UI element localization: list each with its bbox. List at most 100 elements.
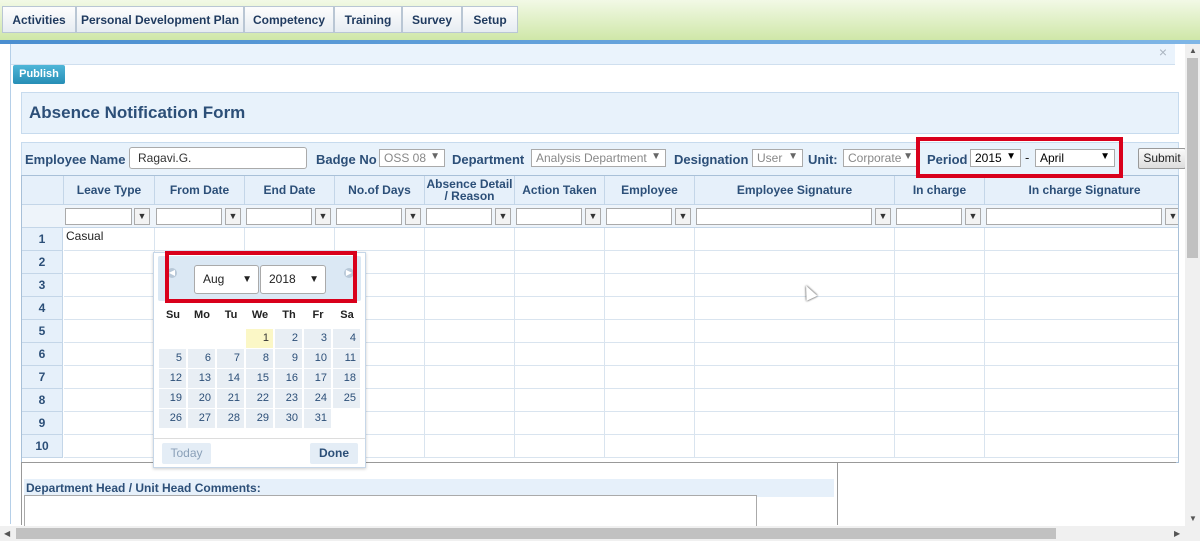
grid-cell[interactable] — [425, 343, 515, 366]
col-header-absence-detail[interactable]: Absence Detail / Reason — [425, 176, 515, 205]
filter-dropdown-icon[interactable]: ▼ — [495, 208, 511, 225]
grid-cell[interactable]: Casual — [64, 228, 155, 251]
horizontal-scroll-thumb[interactable] — [16, 528, 1056, 539]
grid-cell[interactable] — [695, 366, 895, 389]
calendar-day[interactable]: 27 — [188, 409, 215, 428]
grid-cell[interactable] — [64, 251, 155, 274]
calendar-day[interactable]: 30 — [275, 409, 302, 428]
grid-cell[interactable] — [605, 389, 695, 412]
grid-cell[interactable] — [64, 412, 155, 435]
filter-input[interactable] — [336, 208, 402, 225]
grid-cell[interactable] — [515, 251, 605, 274]
comments-textarea[interactable] — [24, 495, 757, 527]
col-header-end-date[interactable]: End Date — [245, 176, 335, 205]
grid-cell[interactable] — [64, 297, 155, 320]
grid-cell[interactable] — [605, 228, 695, 251]
grid-cell[interactable] — [985, 228, 1178, 251]
calendar-day[interactable]: 21 — [217, 389, 244, 408]
filter-dropdown-icon[interactable]: ▼ — [1165, 208, 1178, 225]
filter-input[interactable] — [606, 208, 672, 225]
grid-cell[interactable] — [605, 412, 695, 435]
calendar-day[interactable]: 17 — [304, 369, 331, 388]
grid-cell[interactable] — [425, 297, 515, 320]
grid-cell[interactable] — [605, 251, 695, 274]
col-header-action-taken[interactable]: Action Taken — [515, 176, 605, 205]
calendar-day[interactable]: 19 — [159, 389, 186, 408]
unit-select[interactable]: Corporate ▼ — [843, 149, 918, 167]
close-icon[interactable]: × — [1159, 44, 1167, 60]
department-select[interactable]: Analysis Department ▼ — [531, 149, 666, 167]
period-month-select[interactable]: April ▼ — [1035, 149, 1115, 167]
datepicker-year-select[interactable]: 2018 ▼ — [260, 265, 326, 294]
grid-cell[interactable] — [515, 412, 605, 435]
grid-cell[interactable] — [895, 274, 985, 297]
calendar-day[interactable]: 2 — [275, 329, 302, 348]
grid-cell[interactable] — [895, 389, 985, 412]
calendar-day[interactable]: 20 — [188, 389, 215, 408]
next-month-icon[interactable]: ▶ — [344, 268, 354, 278]
calendar-day[interactable]: 1 — [246, 329, 273, 348]
calendar-day[interactable]: 8 — [246, 349, 273, 368]
grid-cell[interactable] — [64, 320, 155, 343]
grid-cell[interactable] — [985, 412, 1178, 435]
prev-month-icon[interactable]: ◀ — [167, 268, 177, 278]
period-year-select[interactable]: 2015 ▼ — [970, 149, 1021, 167]
grid-cell[interactable] — [605, 274, 695, 297]
grid-cell[interactable] — [245, 228, 335, 251]
grid-cell[interactable] — [425, 412, 515, 435]
col-header-in-charge[interactable]: In charge — [895, 176, 985, 205]
scroll-up-icon[interactable]: ▲ — [1189, 46, 1197, 55]
calendar-day[interactable]: 31 — [304, 409, 331, 428]
filter-dropdown-icon[interactable]: ▼ — [134, 208, 150, 225]
grid-cell[interactable] — [895, 412, 985, 435]
grid-cell[interactable] — [515, 435, 605, 458]
employee-name-field[interactable]: Ragavi.G. — [129, 147, 307, 169]
filter-dropdown-icon[interactable]: ▼ — [965, 208, 981, 225]
nav-training[interactable]: Training — [334, 6, 402, 33]
grid-cell[interactable] — [695, 435, 895, 458]
calendar-day[interactable]: 4 — [333, 329, 360, 348]
datepicker-month-select[interactable]: Aug ▼ — [194, 265, 259, 294]
filter-dropdown-icon[interactable]: ▼ — [315, 208, 331, 225]
grid-cell[interactable] — [605, 435, 695, 458]
grid-cell[interactable] — [695, 228, 895, 251]
grid-cell[interactable] — [895, 343, 985, 366]
calendar-day[interactable]: 7 — [217, 349, 244, 368]
nav-personal-development-plan[interactable]: Personal Development Plan — [76, 6, 244, 33]
grid-cell[interactable] — [985, 366, 1178, 389]
grid-cell[interactable] — [695, 297, 895, 320]
grid-cell[interactable] — [515, 297, 605, 320]
grid-cell[interactable] — [515, 320, 605, 343]
grid-cell[interactable] — [695, 274, 895, 297]
calendar-day[interactable]: 5 — [159, 349, 186, 368]
nav-setup[interactable]: Setup — [462, 6, 518, 33]
nav-survey[interactable]: Survey — [402, 6, 462, 33]
grid-cell[interactable] — [155, 228, 245, 251]
grid-cell[interactable] — [335, 228, 425, 251]
grid-cell[interactable] — [425, 274, 515, 297]
grid-cell[interactable] — [695, 389, 895, 412]
calendar-day[interactable]: 3 — [304, 329, 331, 348]
col-header-from-date[interactable]: From Date — [155, 176, 245, 205]
grid-cell[interactable] — [425, 320, 515, 343]
filter-input[interactable] — [426, 208, 492, 225]
grid-cell[interactable] — [425, 435, 515, 458]
filter-dropdown-icon[interactable]: ▼ — [675, 208, 691, 225]
grid-cell[interactable] — [64, 389, 155, 412]
designation-select[interactable]: User ▼ — [752, 149, 803, 167]
grid-cell[interactable] — [425, 251, 515, 274]
grid-cell[interactable] — [515, 343, 605, 366]
done-button[interactable]: Done — [310, 443, 358, 464]
calendar-day[interactable]: 22 — [246, 389, 273, 408]
grid-cell[interactable] — [425, 228, 515, 251]
grid-cell[interactable] — [605, 320, 695, 343]
filter-input[interactable] — [246, 208, 312, 225]
calendar-day[interactable]: 15 — [246, 369, 273, 388]
col-header-employee[interactable]: Employee — [605, 176, 695, 205]
grid-cell[interactable] — [895, 435, 985, 458]
filter-dropdown-icon[interactable]: ▼ — [405, 208, 421, 225]
grid-cell[interactable] — [515, 274, 605, 297]
grid-cell[interactable] — [64, 343, 155, 366]
grid-cell[interactable] — [605, 366, 695, 389]
grid-cell[interactable] — [895, 366, 985, 389]
